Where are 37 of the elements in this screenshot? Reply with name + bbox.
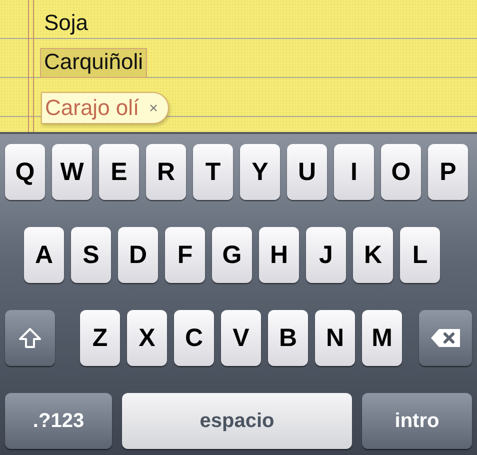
letter-key[interactable]: E <box>99 144 139 200</box>
letter-key[interactable]: U <box>287 144 327 200</box>
letter-key[interactable]: P <box>428 144 468 200</box>
letter-key[interactable]: C <box>174 310 214 366</box>
return-key[interactable]: intro <box>362 393 472 449</box>
letter-key[interactable]: B <box>268 310 308 366</box>
letter-key[interactable]: G <box>212 227 252 283</box>
letter-key[interactable]: F <box>165 227 205 283</box>
letter-key[interactable]: A <box>24 227 64 283</box>
space-key[interactable]: espacio <box>122 393 352 449</box>
letter-key[interactable]: O <box>381 144 421 200</box>
shift-icon <box>19 328 41 348</box>
note-text: Soja <box>43 10 90 37</box>
autocorrect-bubble[interactable]: Carajo olí × <box>41 92 169 124</box>
letter-key[interactable]: T <box>193 144 233 200</box>
letter-key[interactable]: Y <box>240 144 280 200</box>
letter-key[interactable]: S <box>71 227 111 283</box>
letter-key[interactable]: M <box>362 310 402 366</box>
letter-key[interactable]: H <box>259 227 299 283</box>
letter-key[interactable]: L <box>400 227 440 283</box>
numbers-key[interactable]: .?123 <box>5 393 112 449</box>
letter-key[interactable]: Z <box>80 310 120 366</box>
letter-key[interactable]: R <box>146 144 186 200</box>
letter-key[interactable]: W <box>52 144 92 200</box>
letter-key[interactable]: I <box>334 144 374 200</box>
letter-key[interactable]: K <box>353 227 393 283</box>
delete-key[interactable] <box>419 310 472 366</box>
letter-key[interactable]: D <box>118 227 158 283</box>
letter-key[interactable]: V <box>221 310 261 366</box>
letter-key[interactable]: Q <box>5 144 45 200</box>
highlighted-word: Carquiñoli <box>41 49 146 77</box>
shift-key[interactable] <box>5 310 55 366</box>
letter-key[interactable]: J <box>306 227 346 283</box>
backspace-icon <box>430 328 462 348</box>
letter-key[interactable]: X <box>127 310 167 366</box>
dismiss-button[interactable]: × <box>149 100 158 116</box>
letter-key[interactable]: N <box>315 310 355 366</box>
